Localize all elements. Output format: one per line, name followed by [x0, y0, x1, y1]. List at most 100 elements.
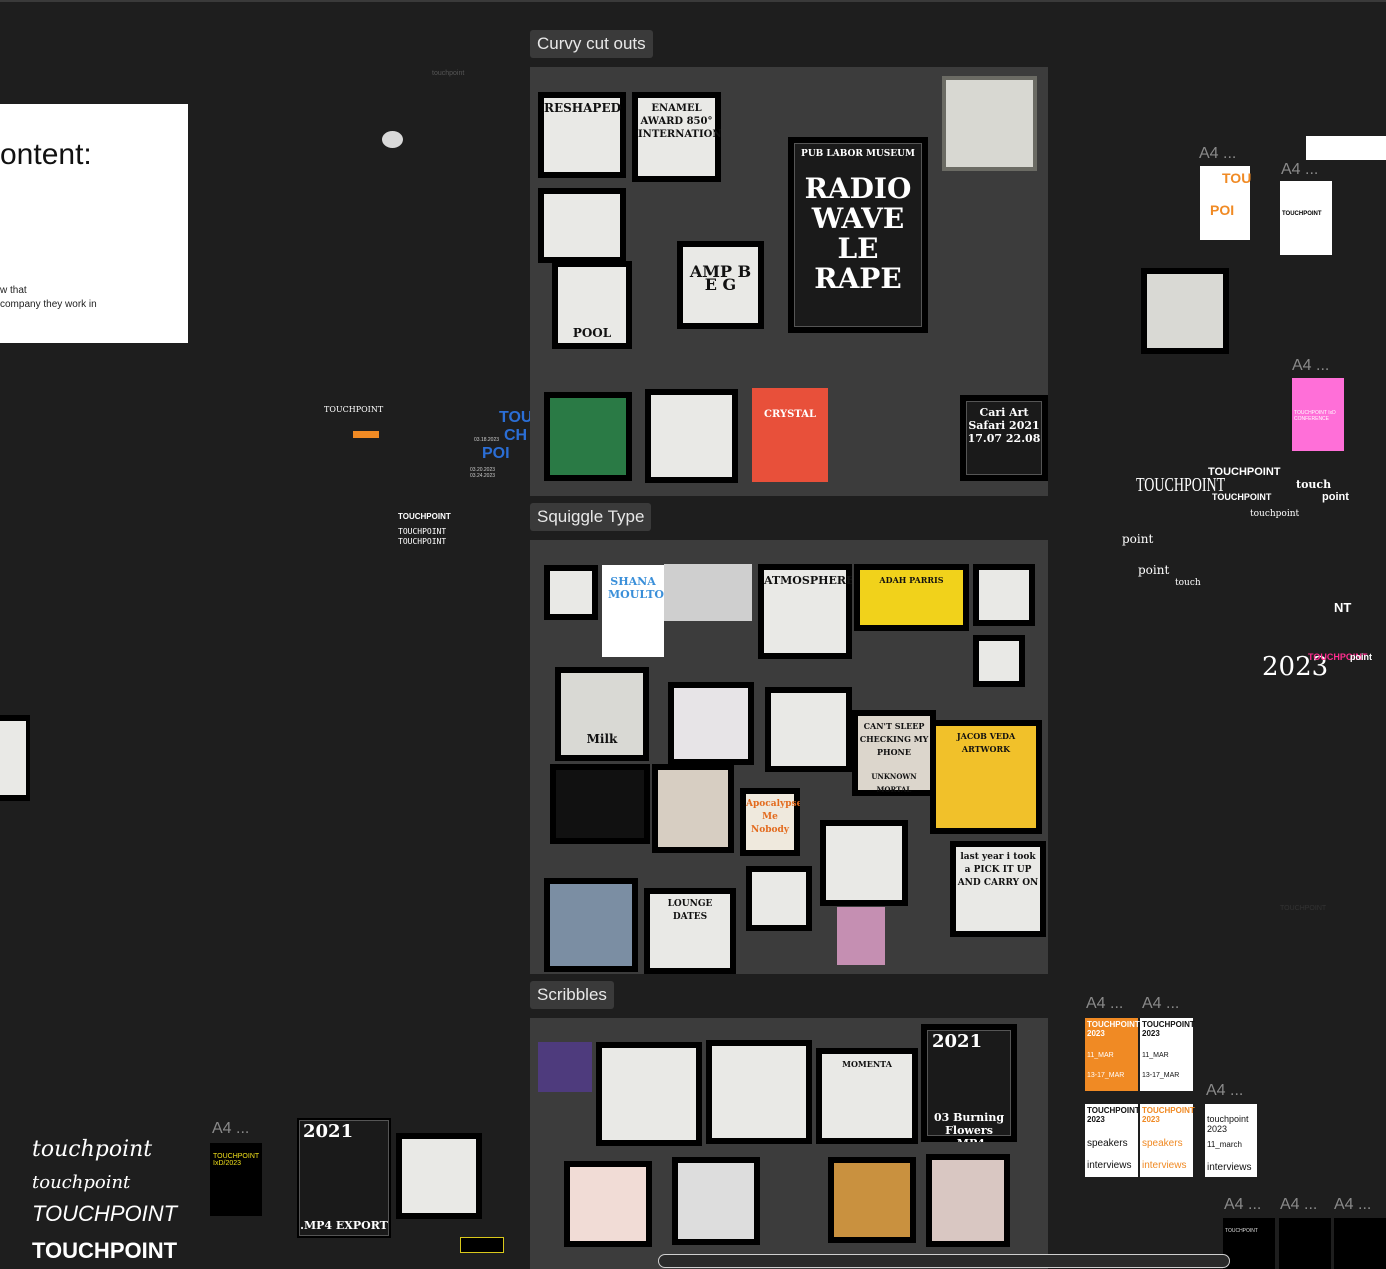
orange-mark[interactable]	[353, 431, 379, 438]
poster-jacob-veda[interactable]: JACOB VEDA ARTWORK	[930, 720, 1042, 834]
a4-label[interactable]: A4 ...	[212, 1120, 249, 1138]
touchpoint-wordmark-mono[interactable]: TOUCHPOINT	[398, 527, 446, 536]
poster-lounge-dates[interactable]: LOUNGE DATES	[644, 888, 736, 974]
frame-squiggle-type[interactable]: SHANA MOULTON ATMOSPHERE ADAH PARRIS Mil…	[530, 540, 1048, 974]
poster-white-scribble[interactable]	[746, 866, 812, 931]
poster-atmosphere[interactable]: ATMOSPHERE	[758, 564, 852, 659]
a4-label[interactable]: A4 ...	[1199, 145, 1236, 163]
card-speakers-2[interactable]: TOUCHPOINT 2023 speakers interviews	[1140, 1104, 1195, 1177]
wordmark-touch-small[interactable]: touch	[1175, 578, 1201, 588]
frame-curvy-cut-outs[interactable]: RESHAPED ENAMEL AWARD 850° INTERNATIONAL…	[530, 67, 1048, 496]
left-edge-poster[interactable]	[0, 715, 30, 801]
poster-2021-burning[interactable]: 2021 .MP4 EXPORT	[297, 1118, 391, 1238]
a4-label[interactable]: A4 ...	[1292, 357, 1329, 375]
poster-dark-collage[interactable]	[550, 764, 650, 844]
poster-pool[interactable]: POOL	[552, 261, 632, 349]
poster-scribble-lines[interactable]	[706, 1040, 812, 1144]
poster-pink-stickers[interactable]	[652, 764, 734, 853]
wordmark-touchpoint-1[interactable]: TOUCHPOINT	[1208, 466, 1281, 478]
a4-label[interactable]: A4 ...	[1281, 161, 1318, 179]
card-black-3[interactable]	[1334, 1218, 1386, 1269]
poster-cari-art[interactable]: Cari Art Safari 2021 17.07 22.08	[960, 395, 1048, 481]
poster-text-grid[interactable]	[973, 564, 1035, 626]
poster-2021-year[interactable]: 202103 Burning Flowers .MP4 EXPORT	[921, 1024, 1017, 1142]
wordmark-nt[interactable]: NT	[1334, 600, 1351, 615]
wordmark-point-2[interactable]: point	[1138, 563, 1169, 577]
poster-apocalypse[interactable]: Apocalypse Me Nobody	[740, 788, 800, 856]
card-touchpoint-white[interactable]: TOUCHPOINT 2023 11_MAR 13-17_MAR	[1140, 1018, 1195, 1091]
a4-label[interactable]: A4 ...	[1224, 1196, 1261, 1214]
touchpoint-wordmark-mono-2[interactable]: TOUCHPOINT	[398, 537, 446, 546]
wordmark-touchpoint-dark[interactable]: TOUCHPOINT	[1280, 905, 1326, 912]
poster-swirl-bw[interactable]	[645, 389, 738, 483]
a4-label[interactable]: A4 ...	[1142, 995, 1179, 1013]
poster-amp[interactable]: AMP B E G	[677, 241, 764, 329]
wordmark-touchpoint-2[interactable]: TOUCHPOINT	[1212, 492, 1271, 502]
poster-diversity[interactable]	[538, 188, 626, 263]
content-card[interactable]: ontent: w that company they work in	[0, 104, 188, 343]
a4-label[interactable]: A4 ...	[1206, 1082, 1243, 1100]
small-yellow-card[interactable]	[460, 1237, 504, 1253]
poster-small-1[interactable]	[544, 565, 598, 620]
small-white-note[interactable]	[1306, 136, 1386, 160]
a4-label[interactable]: A4 ...	[1086, 995, 1123, 1013]
poster-tickets[interactable]	[668, 682, 754, 765]
poster-white-touchpoint[interactable]: TOUCHPOINT	[1280, 181, 1332, 255]
poster-milk[interactable]: Milk	[555, 667, 649, 761]
oval-shape[interactable]	[382, 131, 403, 148]
poster-to-lose[interactable]	[828, 1157, 916, 1243]
top-edge	[0, 0, 1386, 2]
wordmark-point-1[interactable]: point	[1122, 532, 1153, 546]
poster-pink-touchpoint[interactable]: TOUCHPOINT IxD CONFERENCE	[1292, 378, 1344, 451]
poster-bottom-white[interactable]	[396, 1133, 482, 1219]
script-wordmark-3[interactable]: TOUCHPOINT	[32, 1201, 177, 1227]
poster-momenta[interactable]: MOMENTA	[816, 1048, 918, 1144]
poster-red-type[interactable]	[564, 1161, 652, 1247]
a4-label[interactable]: A4 ...	[1334, 1196, 1371, 1214]
poster-orange-touchpoint[interactable]: TOU POI	[1200, 166, 1251, 240]
blue-touchpoint-poster[interactable]: TOU CH POI 03.18.2023 03.20.2023 03.24.2…	[468, 405, 532, 481]
card-march[interactable]: touchpoint 2023 11_march interviews	[1205, 1104, 1257, 1177]
poster-small-white[interactable]	[765, 687, 852, 772]
poster-colorful[interactable]	[837, 907, 885, 965]
section-label-squiggle[interactable]: Squiggle Type	[530, 503, 652, 531]
poster-blue-photo[interactable]	[544, 878, 638, 972]
poster-introduction[interactable]	[820, 820, 908, 906]
a4-label[interactable]: A4 ...	[1280, 1196, 1317, 1214]
section-label-curvy[interactable]: Curvy cut outs	[530, 30, 653, 58]
script-wordmark-2[interactable]: touchpoint	[32, 1172, 130, 1193]
card-touchpoint-orange[interactable]: TOUCHPOINT 2023 11_MAR 13-17_MAR	[1085, 1018, 1140, 1091]
horizontal-scrollbar[interactable]	[658, 1254, 1230, 1268]
script-wordmark-1[interactable]: touchpoint	[32, 1137, 152, 1162]
poster-black-white[interactable]	[973, 635, 1025, 687]
poster-red-blur[interactable]	[926, 1154, 1010, 1247]
poster-shana-moulton[interactable]: SHANA MOULTON	[602, 565, 664, 657]
poster-radio-wave[interactable]: PUB LABOR MUSEUM RADIO WAVE LE RAPE	[788, 137, 928, 333]
poster-purple[interactable]	[538, 1042, 592, 1092]
poster-unknown-mortal[interactable]: CAN'T SLEEP CHECKING MY PHONE UNKNOWN MOR…	[852, 710, 936, 796]
wordmark-touch[interactable]: touch	[1296, 478, 1331, 491]
poster-blue-red-green[interactable]	[672, 1157, 760, 1245]
poster-scribble-cccs[interactable]	[596, 1042, 702, 1146]
touchpoint-wordmark-bold[interactable]: TOUCHPOINT	[398, 512, 451, 521]
poster-adah-parris[interactable]: ADAH PARRIS	[854, 564, 969, 631]
script-wordmark-4[interactable]: TOUCHPOINT	[32, 1238, 177, 1264]
card-speakers-1[interactable]: TOUCHPOINT 2023 speakers interviews	[1085, 1104, 1140, 1177]
card-black-2[interactable]	[1279, 1218, 1331, 1269]
poster-collage-grey[interactable]	[664, 564, 752, 621]
poster-istanbul[interactable]	[1141, 268, 1229, 354]
section-label-scribbles[interactable]: Scribbles	[530, 981, 614, 1009]
poster-enamel[interactable]: ENAMEL AWARD 850° INTERNATIONAL	[632, 92, 721, 182]
frame-scribbles[interactable]: MOMENTA 202103 Burning Flowers .MP4 EXPO…	[530, 1018, 1048, 1269]
wordmark-point-right[interactable]: point	[1350, 652, 1372, 662]
poster-reshaped[interactable]: RESHAPED	[538, 92, 626, 178]
poster-crystal[interactable]: CRYSTAL	[752, 388, 828, 482]
wordmark-touchpoint-serif[interactable]: touchpoint	[1250, 509, 1299, 519]
wordmark-point-caps[interactable]: point	[1322, 491, 1349, 503]
poster-face-photo[interactable]	[942, 76, 1037, 171]
card-black-1[interactable]: TOUCHPOINT	[1223, 1218, 1275, 1269]
poster-touchpoint-ixd[interactable]: TOUCHPOINT IxD/2023	[210, 1143, 262, 1216]
poster-pick-it-up[interactable]: last year i took a PICK IT UP AND CARRY …	[950, 841, 1046, 937]
touchpoint-wordmark-small[interactable]: TOUCHPOINT	[324, 405, 383, 414]
poster-green-swirl[interactable]	[544, 392, 632, 481]
